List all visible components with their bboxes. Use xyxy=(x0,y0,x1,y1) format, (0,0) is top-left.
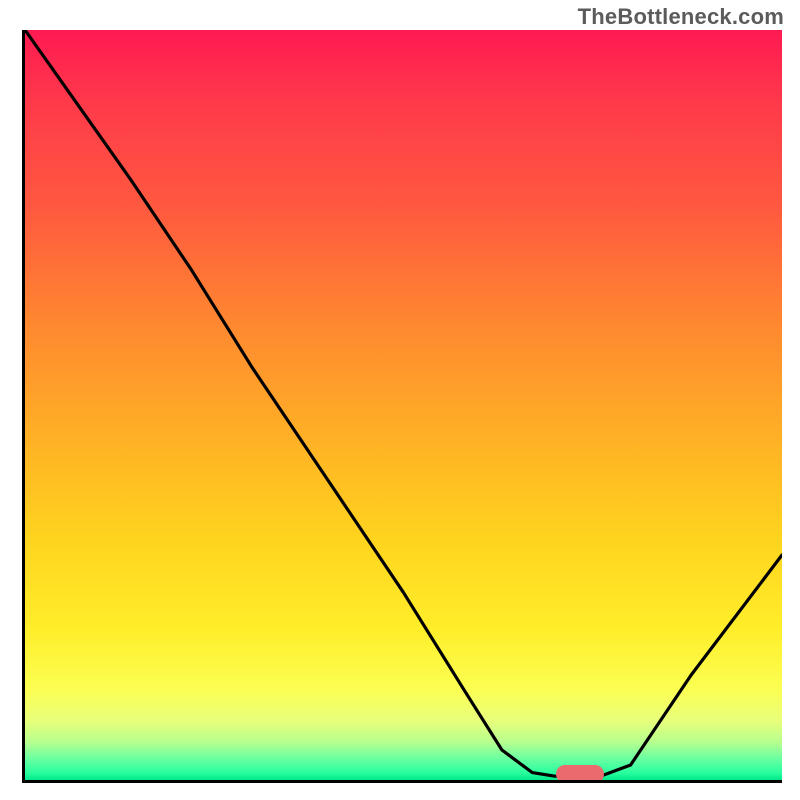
curve-svg xyxy=(25,30,782,780)
highlight-pill xyxy=(556,765,604,783)
curve-path xyxy=(25,30,782,776)
plot-area xyxy=(22,30,782,783)
watermark-label: TheBottleneck.com xyxy=(578,4,784,30)
chart-container: TheBottleneck.com xyxy=(0,0,800,800)
